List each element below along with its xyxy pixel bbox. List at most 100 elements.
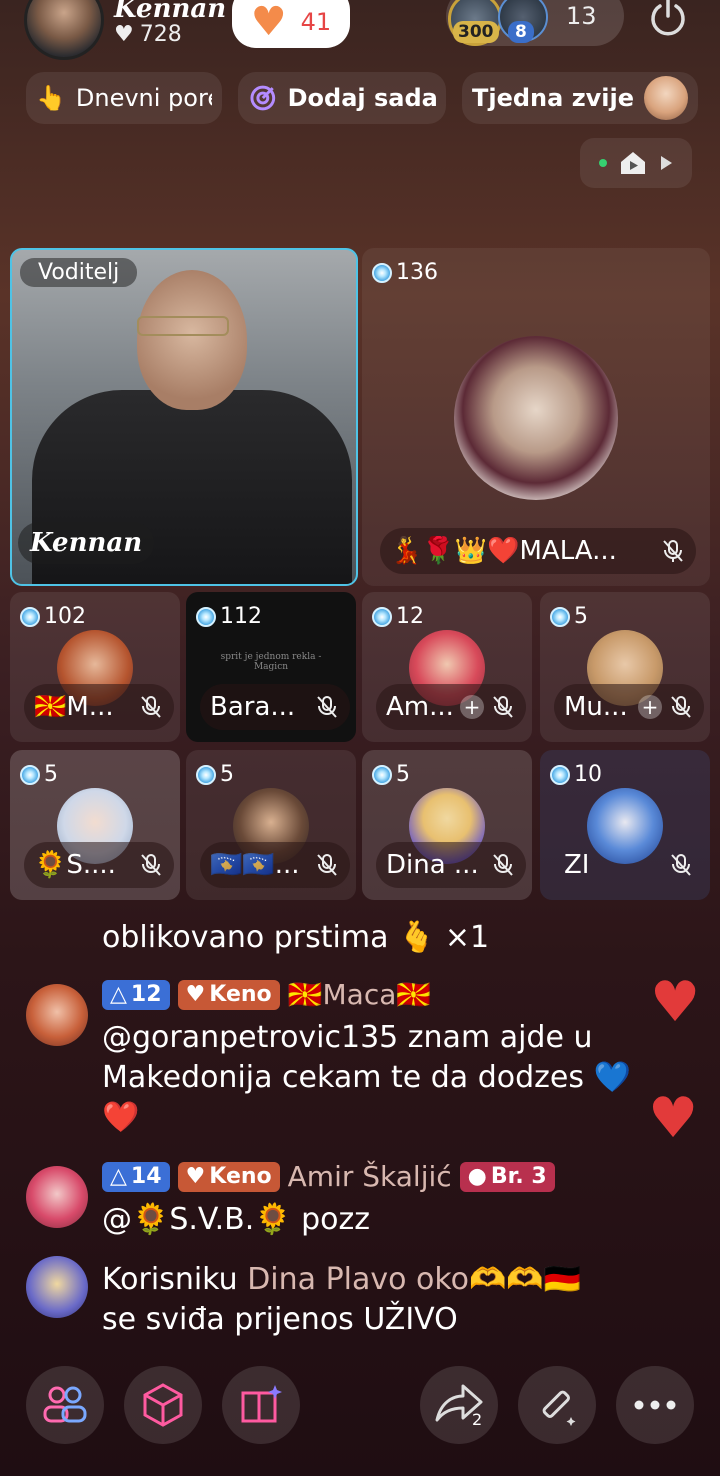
guest-name: 💃🌹👑❤️MALA... bbox=[390, 536, 617, 566]
fan-badge-label: Keno bbox=[209, 982, 272, 1007]
chat-system-message: Korisniku Dina Plavo oko🫶🫶🇩🇪 se sviđa pr… bbox=[102, 1260, 682, 1340]
gem-count-value: 136 bbox=[396, 260, 438, 285]
heart-icon: ♥ bbox=[185, 982, 206, 1007]
heart-icon: ♥ bbox=[650, 970, 701, 1035]
weekly-star-avatar bbox=[644, 76, 688, 120]
plus-icon[interactable]: + bbox=[460, 695, 484, 719]
stories-button[interactable] bbox=[222, 1366, 300, 1444]
gem-icon bbox=[550, 764, 570, 785]
follow-count: 41 bbox=[300, 8, 332, 36]
gem-count: 5 bbox=[372, 762, 410, 787]
mute-icon bbox=[141, 696, 161, 718]
gem-count-value: 10 bbox=[574, 762, 602, 787]
chat-avatar[interactable] bbox=[26, 1166, 88, 1228]
cube-icon bbox=[143, 1383, 183, 1427]
daily-ranking-pill[interactable]: 👆 Dnevni pore bbox=[26, 72, 222, 124]
level-badge: △ 14 bbox=[102, 1161, 170, 1192]
guest-name-pill: 🇲🇰M... bbox=[24, 684, 174, 730]
guest-tile-large[interactable]: 136 💃🌹👑❤️MALA... bbox=[362, 248, 710, 586]
host-name[interactable]: Kennan bbox=[114, 0, 226, 24]
triangle-icon: △ bbox=[110, 1164, 127, 1189]
host-video-tile[interactable]: Voditelj Kennan bbox=[10, 248, 358, 586]
heart-icon: ♥ bbox=[250, 0, 287, 45]
chat-message-text: @🌻S.V.B.🌻 pozz bbox=[102, 1202, 371, 1237]
guest-tile[interactable]: 5 🌻S.... bbox=[10, 750, 180, 900]
more-button[interactable] bbox=[616, 1366, 694, 1444]
gem-count: 112 bbox=[196, 604, 262, 629]
gem-count: 102 bbox=[20, 604, 86, 629]
guest-name-pill: Bara... bbox=[200, 684, 350, 730]
weekly-star-pill[interactable]: Tjedna zvijezd bbox=[462, 72, 698, 124]
users-icon bbox=[43, 1386, 87, 1423]
guest-name-pill: ZI bbox=[554, 842, 704, 888]
mute-icon bbox=[141, 854, 161, 876]
mute-icon bbox=[493, 854, 513, 876]
gem-icon bbox=[196, 606, 216, 627]
guest-tile[interactable]: 5 Mu... + bbox=[540, 592, 710, 742]
chat-avatar[interactable] bbox=[26, 1256, 88, 1318]
live-dot bbox=[599, 159, 607, 167]
target-icon bbox=[250, 85, 276, 111]
follow-button[interactable]: ♥ 41 bbox=[232, 0, 350, 48]
medal-icon: ● bbox=[467, 1164, 487, 1189]
guest-name-pill: 🇽🇰🇽🇰... bbox=[200, 842, 350, 888]
share-button[interactable]: 2 bbox=[420, 1366, 498, 1444]
chat-avatar[interactable] bbox=[26, 984, 88, 1046]
add-now-label: Dodaj sada bbox=[287, 84, 436, 112]
heart-icon: ♥ bbox=[114, 22, 134, 47]
gem-count-value: 5 bbox=[574, 604, 588, 629]
power-icon[interactable] bbox=[646, 0, 690, 40]
guest-name: Dina ... bbox=[386, 850, 479, 880]
guest-tile[interactable]: 5 Dina ... bbox=[362, 750, 532, 900]
gem-icon bbox=[196, 764, 216, 785]
guest-name: Bara... bbox=[210, 692, 296, 722]
guest-avatar[interactable] bbox=[454, 336, 618, 500]
gem-count: 136 bbox=[372, 260, 438, 285]
guest-name-pill: Dina ... bbox=[376, 842, 526, 888]
guest-tile[interactable]: 112 sprit je jednom rekla - Magicn Bara.… bbox=[186, 592, 356, 742]
heart-icon: ♥ bbox=[185, 1164, 206, 1189]
host-tile-name: Kennan bbox=[18, 522, 155, 564]
more-icon bbox=[634, 1400, 676, 1410]
guest-name: 🇲🇰M... bbox=[34, 692, 114, 722]
host-likes-count: 728 bbox=[139, 22, 182, 47]
gem-count: 12 bbox=[372, 604, 424, 629]
gift-box-button[interactable] bbox=[124, 1366, 202, 1444]
effects-button[interactable] bbox=[518, 1366, 596, 1444]
chat-username[interactable]: 🇲🇰Maca🇲🇰 bbox=[288, 978, 432, 1011]
magic-wand-icon bbox=[542, 1390, 576, 1426]
mute-icon bbox=[493, 696, 513, 718]
gem-icon bbox=[20, 764, 40, 785]
gem-icon bbox=[372, 262, 392, 283]
chat-username[interactable]: Dina Plavo oko🫶🫶🇩🇪 bbox=[247, 1262, 581, 1297]
guest-tile[interactable]: 5 🇽🇰🇽🇰... bbox=[186, 750, 356, 900]
guest-tile[interactable]: 10 ZI bbox=[540, 750, 710, 900]
level-value: 12 bbox=[130, 982, 162, 1007]
guest-name: Mu... bbox=[564, 692, 628, 722]
gem-count-value: 102 bbox=[44, 604, 86, 629]
book-sparkle-icon bbox=[241, 1385, 282, 1423]
add-now-pill[interactable]: Dodaj sada bbox=[238, 72, 446, 124]
mute-icon bbox=[663, 540, 683, 562]
viewer-count[interactable]: 13 bbox=[566, 2, 597, 30]
host-glasses bbox=[137, 316, 229, 336]
gem-count-value: 5 bbox=[44, 762, 58, 787]
gem-count: 5 bbox=[550, 604, 588, 629]
chat-message-header: △ 12 ♥ Keno 🇲🇰Maca🇲🇰 bbox=[102, 978, 431, 1011]
rank-badge-label: Br. 3 bbox=[490, 1164, 547, 1189]
gem-icon bbox=[20, 606, 40, 627]
guest-name-pill: Mu... + bbox=[554, 684, 704, 730]
live-preview-pill[interactable] bbox=[580, 138, 692, 188]
host-avatar[interactable] bbox=[24, 0, 104, 60]
viewer-badge: 300 bbox=[453, 21, 499, 43]
mute-icon bbox=[317, 696, 337, 718]
share-count: 2 bbox=[472, 1410, 483, 1429]
gem-count-value: 12 bbox=[396, 604, 424, 629]
guest-tile[interactable]: 12 Am... + bbox=[362, 592, 532, 742]
home-icon bbox=[621, 152, 645, 174]
guest-name-pill: 💃🌹👑❤️MALA... bbox=[380, 528, 696, 574]
plus-icon[interactable]: + bbox=[638, 695, 662, 719]
chat-username[interactable]: Amir Škaljić bbox=[288, 1160, 452, 1193]
guests-button[interactable] bbox=[26, 1366, 104, 1444]
guest-tile[interactable]: 102 🇲🇰M... bbox=[10, 592, 180, 742]
